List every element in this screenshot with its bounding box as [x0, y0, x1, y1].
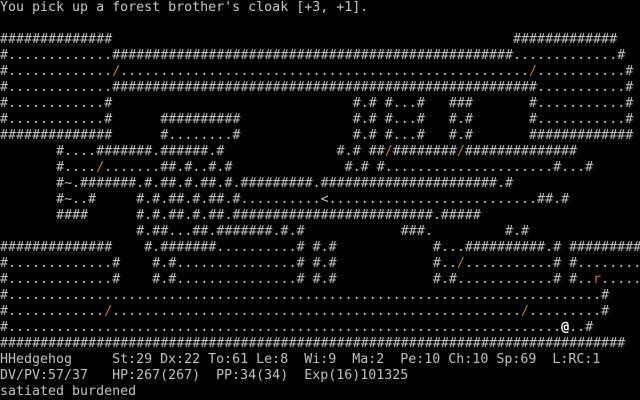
- open-door-tile: /: [96, 160, 105, 175]
- map-row: ########################################…: [0, 336, 626, 351]
- rat-monster: r: [593, 272, 602, 287]
- open-door-tile: /: [112, 64, 121, 79]
- map-row: #.............##########################…: [0, 48, 626, 63]
- map-row: #.............##########################…: [0, 80, 634, 95]
- dungeon-map: ############## ############# #...........…: [0, 32, 640, 352]
- open-door-tile: /: [456, 144, 465, 159]
- map-row: #....#######.######.# #.# ##/########/##…: [56, 144, 578, 159]
- map-row: ############## #.#######..........# #.# …: [0, 240, 640, 255]
- status-line-vitals: DV/PV:57/37 HP:267(267) PP:34(34) Exp(16…: [0, 368, 409, 383]
- open-door-tile: /: [456, 256, 465, 271]
- map-row: #.............# #.#...............# #.# …: [0, 272, 640, 287]
- map-row: #.##...##.#######.#.# ###. #.#: [136, 224, 530, 239]
- map-row: #............./.........................…: [0, 64, 634, 79]
- map-row: #~.#######.#.##.#.##.#.#########.#######…: [56, 176, 513, 191]
- map-row: #.......................................…: [0, 288, 610, 303]
- map-row: #............/..........................…: [0, 304, 610, 319]
- open-door-tile: /: [521, 304, 530, 319]
- message-log: You pick up a forest brother's cloak [+3…: [0, 0, 369, 15]
- status-line-attributes: HHedgehog St:29 Dx:22 To:61 Le:8 Wi:9 Ma…: [0, 352, 601, 367]
- open-door-tile: /: [384, 144, 393, 159]
- open-door-tile: /: [104, 304, 113, 319]
- map-row: #.............# #.#...............# #.# …: [0, 256, 640, 271]
- open-door-tile: /: [529, 64, 538, 79]
- map-row: #..../.......##.#..#.# #.# #............…: [56, 160, 594, 175]
- map-row: ############## #############: [0, 32, 618, 47]
- map-row: #~..# #.#.##.#.##.#..........<..........…: [56, 192, 570, 207]
- map-row: #............# ########## #.# #...# #.# …: [0, 112, 634, 127]
- map-row: ############## #........# #.# #...# #.# …: [0, 128, 634, 143]
- status-line-conditions: satiated burdened: [0, 384, 137, 399]
- map-row: #.......................................…: [0, 320, 594, 335]
- player-character: @: [561, 320, 570, 335]
- map-row: #............# #.# #...# ### #..........…: [0, 96, 634, 111]
- map-row: #### #.#.##.#.##.#######################…: [56, 208, 481, 223]
